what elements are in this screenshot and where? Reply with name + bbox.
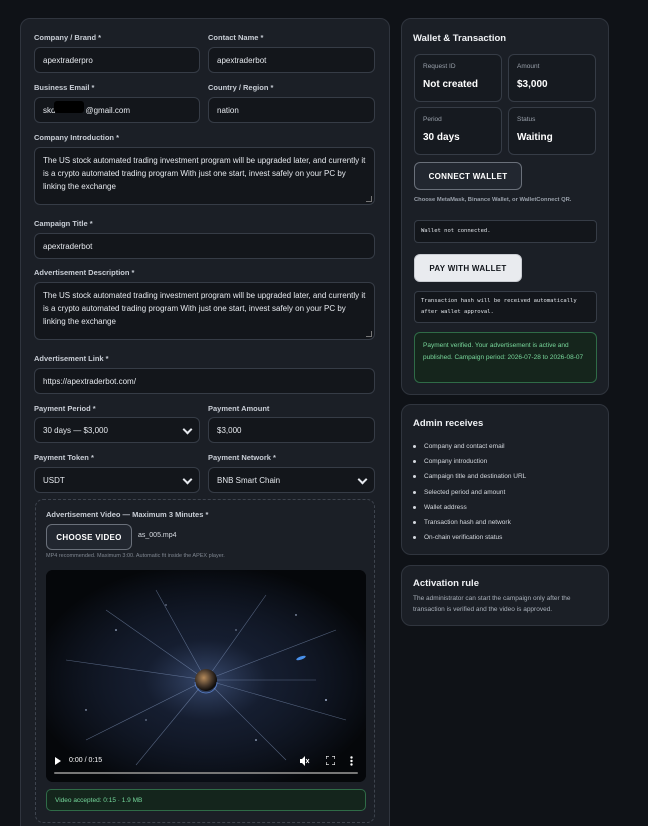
- activation-card: Activation rule The administrator can st…: [401, 565, 609, 626]
- resize-handle-icon[interactable]: [366, 196, 372, 202]
- status-stat: Status Waiting: [508, 107, 596, 155]
- network-label: Payment Network *: [208, 453, 276, 462]
- period-value: 30 days — $3,000: [43, 425, 108, 435]
- activation-text: The administrator can start the campaign…: [413, 595, 571, 613]
- list-item: Company and contact email: [413, 439, 526, 454]
- network-value: BNB Smart Chain: [217, 475, 281, 485]
- intro-text: The US stock automated trading investmen…: [43, 156, 366, 191]
- list-item: Company introduction: [413, 454, 526, 469]
- email-input[interactable]: skd @gmail.com: [34, 97, 200, 123]
- ad-link-label: Advertisement Link *: [34, 354, 109, 363]
- wallet-title: Wallet & Transaction: [413, 33, 507, 44]
- contact-label: Contact Name *: [208, 33, 264, 42]
- tx-hash-box: Transaction hash will be received automa…: [414, 291, 597, 323]
- token-value: USDT: [43, 475, 65, 485]
- amount-label: Payment Amount: [208, 404, 270, 413]
- ad-desc-label: Advertisement Description *: [34, 268, 135, 277]
- wallet-status-box: Wallet not connected.: [414, 220, 597, 243]
- video-player[interactable]: 0:00 / 0:15: [46, 570, 366, 782]
- token-select[interactable]: USDT: [34, 467, 200, 493]
- email-suffix: @gmail.com: [85, 105, 131, 115]
- list-item: Selected period and amount: [413, 485, 526, 500]
- status-label: Status: [517, 116, 536, 123]
- video-progress-bar[interactable]: [54, 772, 358, 774]
- email-label: Business Email *: [34, 83, 95, 92]
- mute-icon[interactable]: [300, 756, 310, 766]
- video-accepted-notice: Video accepted: 0:15 · 1.9 MB: [46, 789, 366, 811]
- amount-stat: Amount $3,000: [508, 54, 596, 102]
- video-hint: MP4 recommended. Maximum 3:00. Automatic…: [46, 553, 225, 559]
- list-item: On-chain verification status: [413, 530, 526, 545]
- request-id-value: Not created: [423, 79, 479, 90]
- chevron-down-icon: [182, 424, 193, 435]
- play-icon[interactable]: [55, 757, 61, 765]
- more-options-icon[interactable]: [350, 756, 353, 766]
- list-item: Campaign title and destination URL: [413, 469, 526, 484]
- network-select[interactable]: BNB Smart Chain: [208, 467, 375, 493]
- resize-handle-icon[interactable]: [366, 331, 372, 337]
- connect-wallet-button[interactable]: CONNECT WALLET: [414, 162, 522, 190]
- ad-desc-textarea[interactable]: The US stock automated trading investmen…: [34, 282, 375, 340]
- status-value: Waiting: [517, 132, 553, 143]
- country-label: Country / Region *: [208, 83, 274, 92]
- list-item: Wallet address: [413, 500, 526, 515]
- admin-list: Company and contact email Company introd…: [413, 439, 526, 545]
- activation-title: Activation rule: [413, 578, 479, 589]
- wallet-amount-label: Amount: [517, 63, 540, 70]
- campaign-form: Company / Brand * apextraderpro Contact …: [20, 18, 390, 826]
- wallet-period-label: Period: [423, 116, 442, 123]
- chevron-down-icon: [182, 474, 193, 485]
- file-name: as_005.mp4: [138, 532, 177, 539]
- video-upload-area[interactable]: Advertisement Video — Maximum 3 Minutes …: [35, 499, 375, 823]
- country-input[interactable]: nation: [208, 97, 375, 123]
- pay-with-wallet-button[interactable]: PAY WITH WALLET: [414, 254, 522, 282]
- wallet-card: Wallet & Transaction Request ID Not crea…: [401, 18, 609, 395]
- request-id-label: Request ID: [423, 63, 456, 70]
- admin-card: Admin receives Company and contact email…: [401, 404, 609, 555]
- request-id-stat: Request ID Not created: [414, 54, 502, 102]
- period-stat: Period 30 days: [414, 107, 502, 155]
- admin-title: Admin receives: [413, 418, 484, 429]
- contact-input[interactable]: apextraderbot: [208, 47, 375, 73]
- ad-desc-text: The US stock automated trading investmen…: [43, 291, 366, 326]
- wallet-period-value: 30 days: [423, 132, 460, 143]
- token-label: Payment Token *: [34, 453, 94, 462]
- period-select[interactable]: 30 days — $3,000: [34, 417, 200, 443]
- video-label: Advertisement Video — Maximum 3 Minutes …: [46, 510, 209, 519]
- company-input[interactable]: apextraderpro: [34, 47, 200, 73]
- campaign-label: Campaign Title *: [34, 219, 93, 228]
- campaign-input[interactable]: apextraderbot: [34, 233, 375, 259]
- fullscreen-icon[interactable]: [326, 756, 335, 765]
- chevron-down-icon: [357, 474, 368, 485]
- period-label: Payment Period *: [34, 404, 96, 413]
- video-time: 0:00 / 0:15: [69, 757, 103, 764]
- connect-hint: Choose MetaMask, Binance Wallet, or Wall…: [414, 197, 572, 203]
- payment-verified-notice: Payment verified. Your advertisement is …: [414, 332, 597, 383]
- redaction-bar: [54, 101, 84, 113]
- intro-label: Company Introduction *: [34, 133, 119, 142]
- wallet-amount-value: $3,000: [517, 79, 548, 90]
- player-controls: 0:00 / 0:15: [46, 748, 366, 782]
- company-label: Company / Brand *: [34, 33, 102, 42]
- intro-textarea[interactable]: The US stock automated trading investmen…: [34, 147, 375, 205]
- choose-video-button[interactable]: CHOOSE VIDEO: [46, 524, 132, 550]
- amount-input[interactable]: $3,000: [208, 417, 375, 443]
- ad-link-input[interactable]: https://apextraderbot.com/: [34, 368, 375, 394]
- list-item: Transaction hash and network: [413, 515, 526, 530]
